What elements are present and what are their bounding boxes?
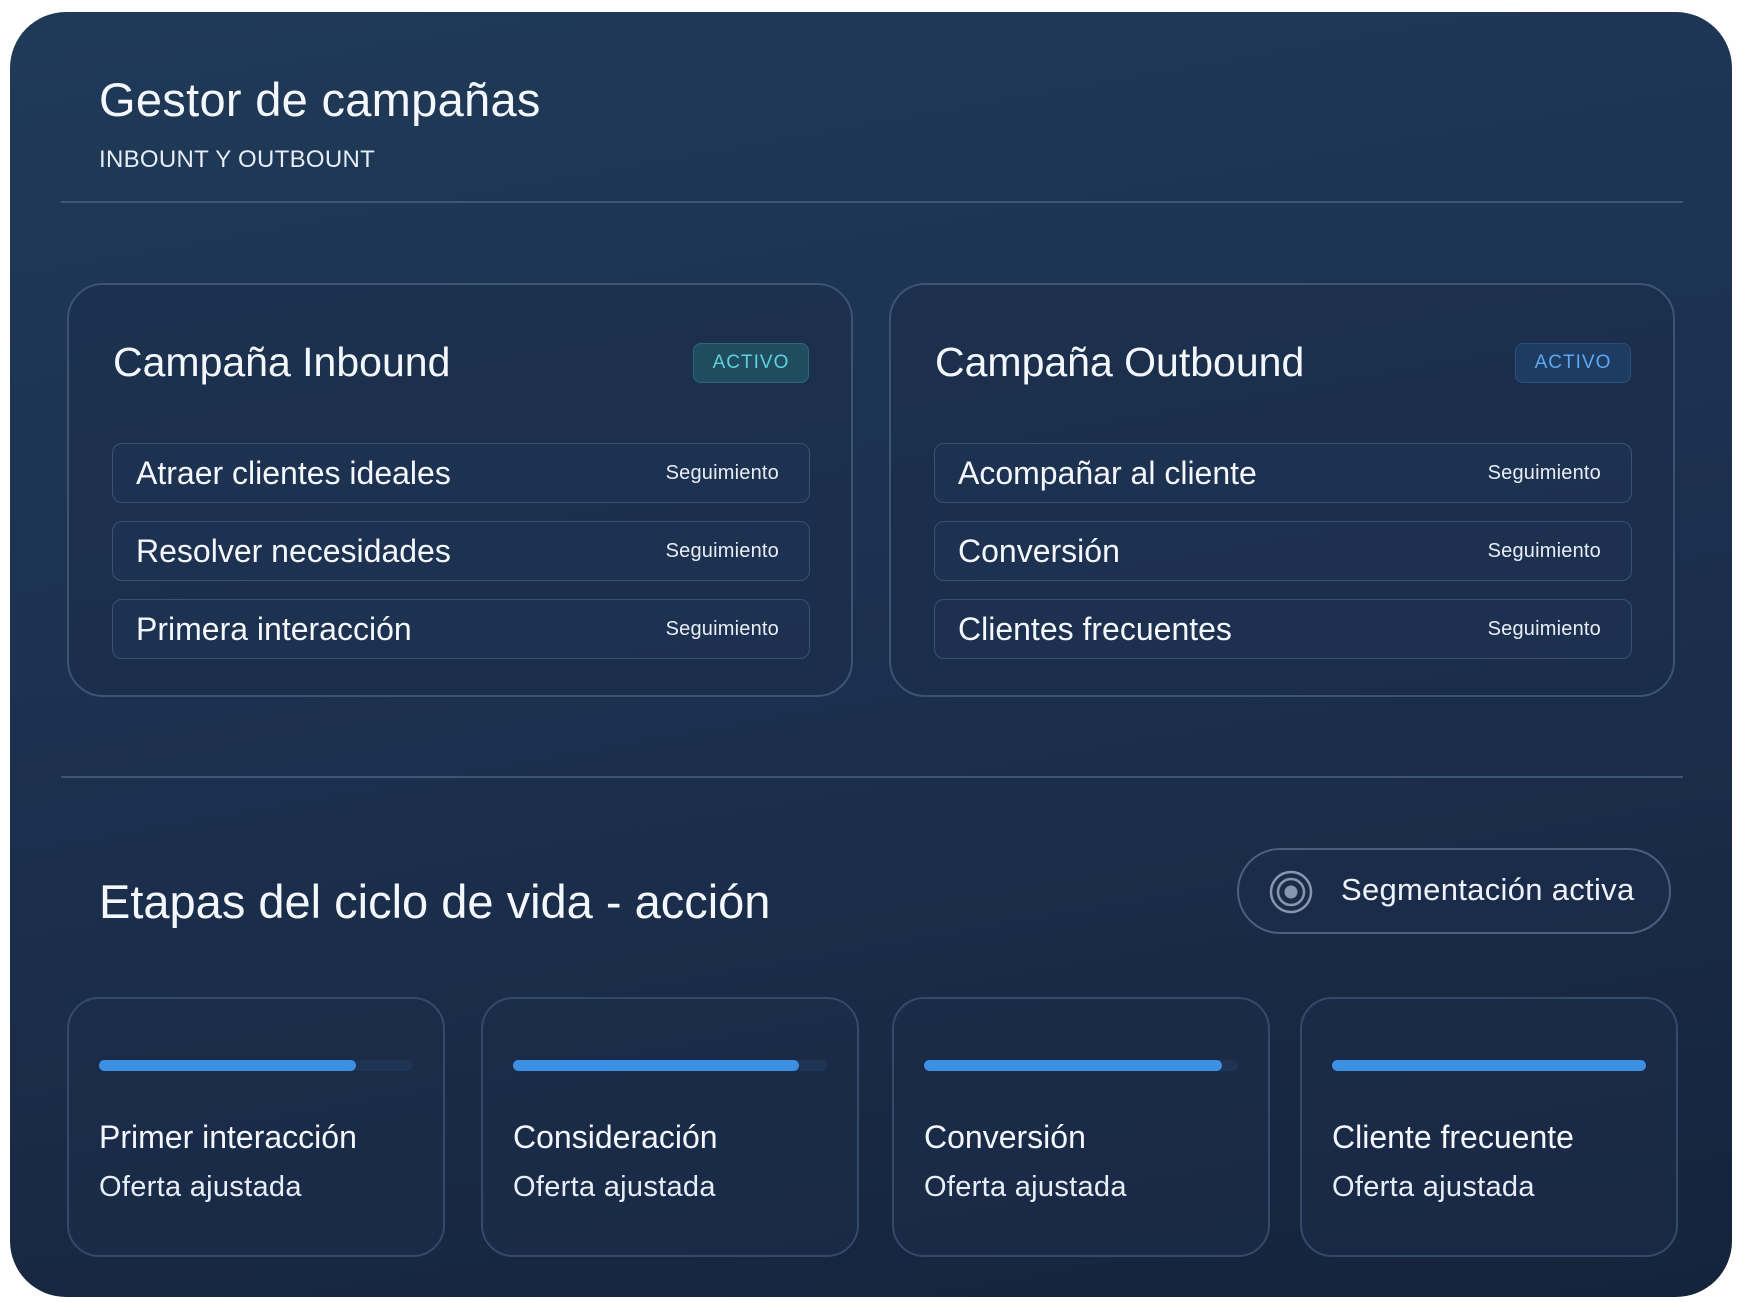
stage-progress-bar xyxy=(924,1060,1238,1071)
page-subtitle: INBOUNT Y OUTBOUNT xyxy=(99,146,376,173)
goal-label: Conversión xyxy=(958,532,1120,569)
status-badge: ACTIVO xyxy=(1515,343,1631,383)
stage-card[interactable]: Consideración Oferta ajustada xyxy=(481,997,859,1257)
stage-progress-bar xyxy=(99,1060,413,1071)
stage-name: Consideración xyxy=(513,1119,718,1155)
stage-name: Conversión xyxy=(924,1119,1086,1155)
campaign-manager-window: Gestor de campañas INBOUNT Y OUTBOUNT Ca… xyxy=(10,12,1732,1297)
goal-label: Resolver necesidades xyxy=(136,532,451,569)
stage-progress-bar xyxy=(513,1060,827,1071)
header-divider xyxy=(61,201,1683,203)
stage-card[interactable]: Cliente frecuente Oferta ajustada xyxy=(1300,997,1678,1257)
stage-progress-fill xyxy=(924,1060,1223,1071)
goal-tag: Seguimiento xyxy=(1487,617,1601,640)
goal-item[interactable]: Conversión Seguimiento xyxy=(934,521,1632,581)
goal-item[interactable]: Acompañar al cliente Seguimiento xyxy=(934,443,1632,503)
goal-label: Atraer clientes ideales xyxy=(136,454,451,491)
stage-description: Oferta ajustada xyxy=(99,1171,302,1203)
header: Gestor de campañas INBOUNT Y OUTBOUNT xyxy=(99,72,541,174)
stage-card[interactable]: Primer interacción Oferta ajustada xyxy=(67,997,445,1257)
goal-tag: Seguimiento xyxy=(1487,461,1601,484)
page-title: Gestor de campañas xyxy=(99,73,541,126)
stage-name: Primer interacción xyxy=(99,1119,357,1155)
inbound-campaign-card[interactable]: Campaña Inbound ACTIVO Atraer clientes i… xyxy=(67,283,853,697)
goal-tag: Seguimiento xyxy=(665,461,779,484)
section-divider xyxy=(61,776,1683,778)
goal-label: Clientes frecuentes xyxy=(958,610,1232,647)
goal-label: Primera interacción xyxy=(136,610,412,647)
lifecycle-title: Etapas del ciclo de vida - acción xyxy=(99,875,771,928)
stage-description: Oferta ajustada xyxy=(513,1171,716,1203)
stage-description: Oferta ajustada xyxy=(924,1171,1127,1203)
stage-progress-bar xyxy=(1332,1060,1646,1071)
goal-item[interactable]: Clientes frecuentes Seguimiento xyxy=(934,599,1632,659)
segmentation-toggle[interactable]: Segmentación activa xyxy=(1237,848,1671,934)
stage-progress-fill xyxy=(513,1060,799,1071)
goal-tag: Seguimiento xyxy=(665,617,779,640)
stage-description: Oferta ajustada xyxy=(1332,1171,1535,1203)
outbound-campaign-card[interactable]: Campaña Outbound ACTIVO Acompañar al cli… xyxy=(889,283,1675,697)
campaign-title: Campaña Outbound xyxy=(935,339,1305,385)
stage-card[interactable]: Conversión Oferta ajustada xyxy=(892,997,1270,1257)
goal-label: Acompañar al cliente xyxy=(958,454,1257,491)
stage-progress-fill xyxy=(99,1060,357,1071)
stage-progress-fill xyxy=(1332,1060,1646,1071)
goal-item[interactable]: Primera interacción Seguimiento xyxy=(112,599,810,659)
goal-item[interactable]: Resolver necesidades Seguimiento xyxy=(112,521,810,581)
goal-item[interactable]: Atraer clientes ideales Seguimiento xyxy=(112,443,810,503)
goal-tag: Seguimiento xyxy=(665,539,779,562)
campaign-title: Campaña Inbound xyxy=(113,339,451,385)
segmentation-label: Segmentación activa xyxy=(1341,872,1635,907)
status-badge: ACTIVO xyxy=(693,343,809,383)
target-icon xyxy=(1269,870,1313,914)
goal-list: Acompañar al cliente Seguimiento Convers… xyxy=(934,443,1632,677)
stage-name: Cliente frecuente xyxy=(1332,1119,1574,1155)
goal-tag: Seguimiento xyxy=(1487,539,1601,562)
goal-list: Atraer clientes ideales Seguimiento Reso… xyxy=(112,443,810,677)
